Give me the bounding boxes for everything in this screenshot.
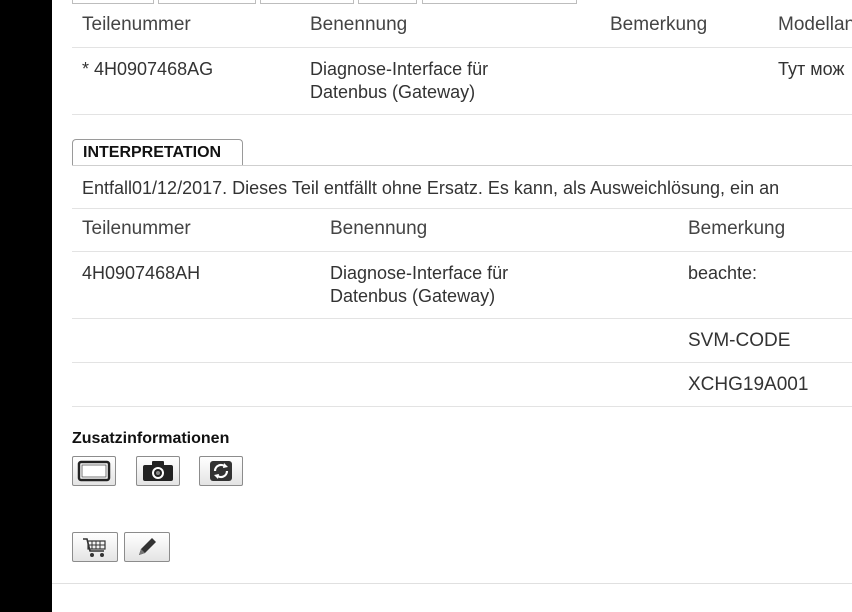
column-header-name: Benennung [310,14,408,35]
model-cell: Тут мож [778,59,845,79]
add-to-cart-button[interactable] [72,532,118,562]
column-header-name: Benennung [330,218,428,239]
top-tab-stub[interactable] [422,0,577,4]
column-header-remark: Bemerkung [610,14,708,35]
row-divider [72,318,852,319]
part-number-cell[interactable]: * 4H0907468AG [82,58,213,81]
top-tab-stub[interactable] [358,0,417,4]
main-content: Teilenummer Benennung Bemerkung Modellan… [52,0,852,612]
frame-button[interactable] [72,456,116,486]
part-name-line-1: Diagnose-Interface für [330,263,509,283]
column-header-model: Modellan [778,14,852,35]
top-tab-stub[interactable] [158,0,256,4]
top-tab-stub[interactable] [260,0,354,4]
interpretation-tab[interactable]: INTERPRETATION [72,139,243,165]
remark-cell: beachte: [688,263,758,283]
interpretation-divider [72,165,852,166]
additional-info-title: Zusatzinformationen [72,430,230,447]
left-black-bar [0,0,52,612]
row-divider [72,251,852,252]
part-number-cell[interactable]: 4H0907468AH [82,262,200,285]
frame-icon [77,460,111,482]
remark-cell: XCHG19A001 [688,374,809,395]
top-tab-stub[interactable] [72,0,154,4]
row-divider [72,208,852,209]
column-header-remark: Bemerkung [688,218,786,239]
remark-cell: SVM-CODE [688,330,791,351]
column-header-part-number: Teilenummer [82,218,191,239]
edit-button[interactable] [124,532,170,562]
camera-icon [143,461,173,481]
column-header-part-number: Teilenummer [82,14,191,35]
refresh-button[interactable] [199,456,243,486]
row-divider [72,114,852,115]
interpretation-text: Entfall01/12/2017. Dieses Teil entfällt … [82,178,780,198]
pencil-icon [139,538,156,555]
part-name-line-2: Datenbus (Gateway) [330,286,496,306]
cart-icon [83,538,106,557]
row-divider [72,47,852,48]
part-name-line-2: Datenbus (Gateway) [310,82,476,102]
camera-button[interactable] [136,456,180,486]
row-divider [72,406,852,407]
bottom-divider [52,583,852,584]
row-divider [72,362,852,363]
part-name-line-1: Diagnose-Interface für [310,59,489,79]
refresh-icon [210,461,232,481]
